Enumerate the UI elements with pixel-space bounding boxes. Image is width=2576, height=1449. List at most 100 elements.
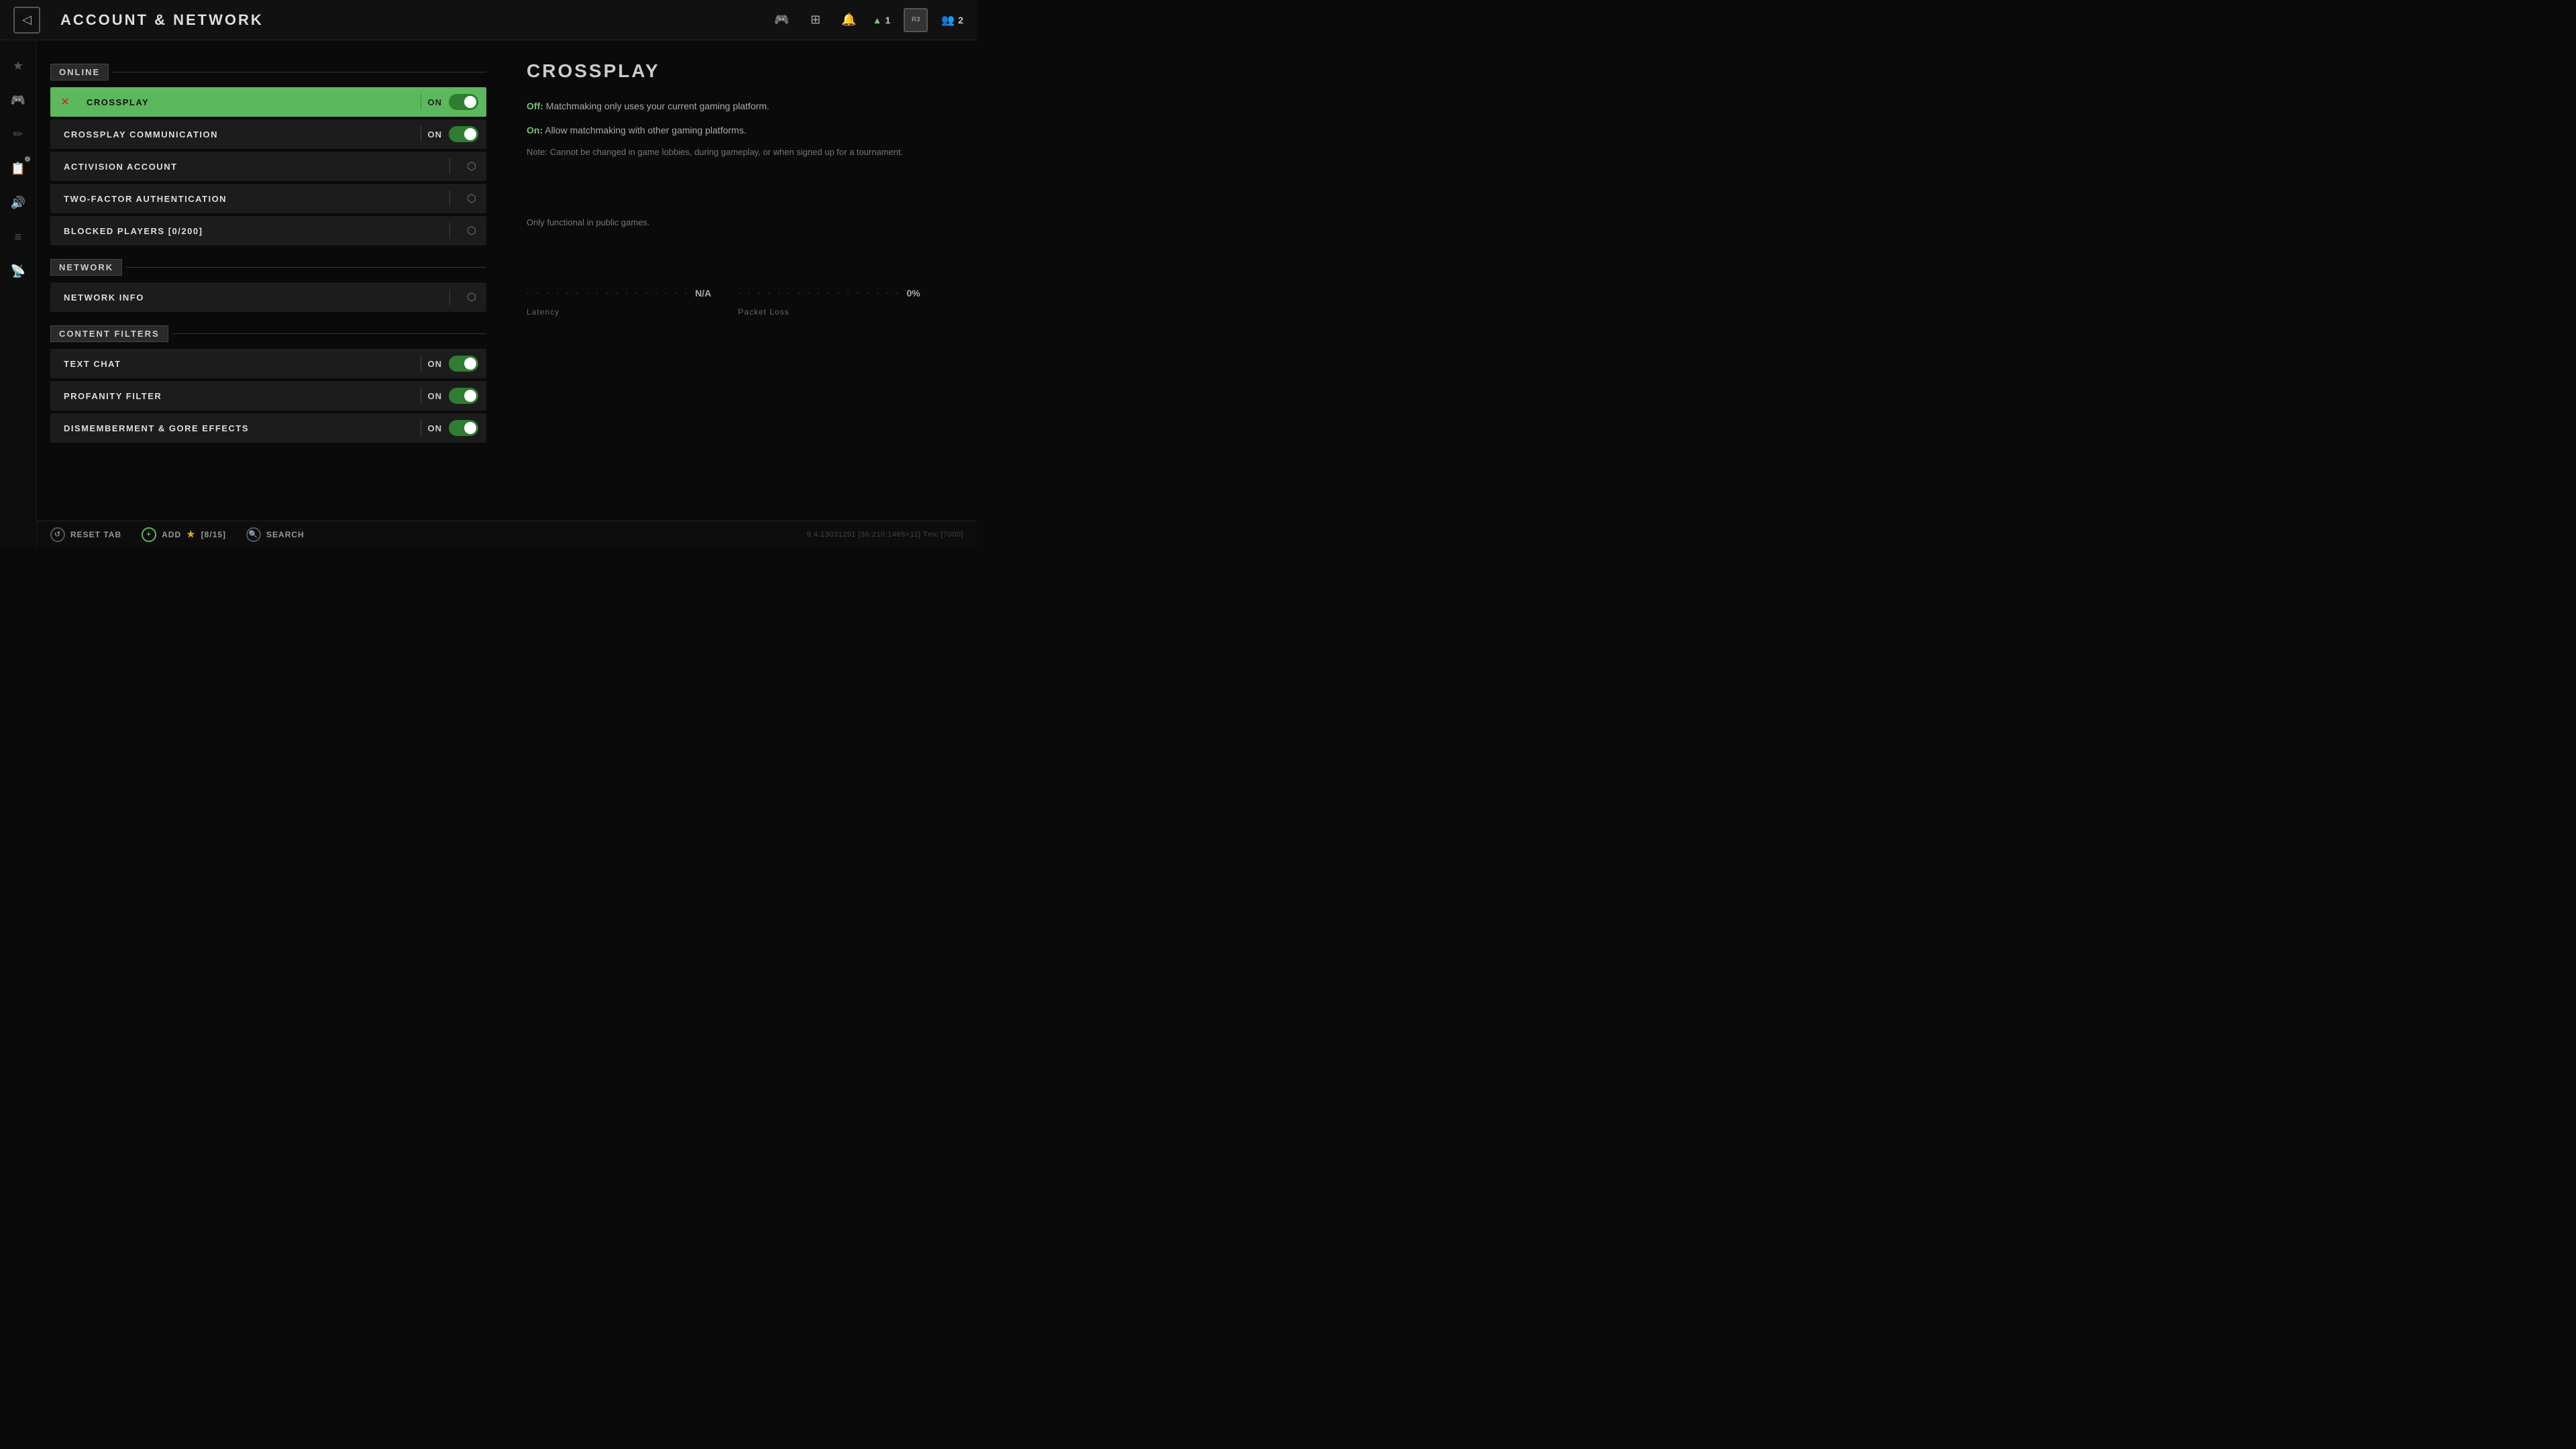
content-filters-section-label: CONTENT FILTERS [50,325,168,342]
detail-off-text: Off: Matchmaking only uses your current … [527,99,950,115]
add-star-icon: ★ [186,529,196,540]
sidebar-item-menu[interactable]: ≡ [6,225,30,249]
crossplay-communication-knob [464,128,476,140]
detail-title: CROSSPLAY [527,60,950,82]
crossplay-label: CROSSPLAY [80,97,414,107]
crossplay-communication-value: ON [428,129,449,140]
dismemberment-label: DISMEMBERMENT & GORE EFFECTS [50,423,414,433]
crossplay-communication-toggle[interactable] [449,126,478,142]
packet-stat-line: - - - - - - - - - - - - - - - - - 0% [738,288,920,299]
packet-loss-stat: - - - - - - - - - - - - - - - - - 0% Pac… [738,288,920,317]
content-filters-section-line [172,333,486,334]
dismemberment-value: ON [428,423,449,433]
detail-on-description: Allow matchmaking with other gaming plat… [545,125,746,136]
online-section-header: ONLINE [50,64,486,80]
network-info-row[interactable]: NETWORK INFO ⬡ [50,282,486,312]
blocked-players-label: BLOCKED PLAYERS [0/200] [50,226,443,236]
profanity-filter-toggle[interactable] [449,388,478,404]
search-icon: 🔍 [246,527,261,542]
blocked-players-external-icon: ⬡ [457,224,486,237]
crossplay-toggle[interactable] [449,94,478,110]
two-factor-row[interactable]: TWO-FACTOR AUTHENTICATION ⬡ [50,184,486,213]
network-info-divider [449,289,450,305]
add-button[interactable]: + ADD ★ [8/15] [142,527,226,542]
header: ◁ ACCOUNT & NETWORK 🎮 ⊞ 🔔 ▲ 1 R3 👥 2 [0,0,977,40]
network-section-line [125,267,486,268]
crossplay-row[interactable]: ✕ CROSSPLAY ON [50,87,486,117]
main-content: ONLINE ✕ CROSSPLAY ON CROSSPLAY COMMUNIC… [37,40,977,521]
text-chat-toggle[interactable] [449,356,478,372]
network-info-label: NETWORK INFO [50,292,443,303]
reset-tab-button[interactable]: ↺ RESET TAB [50,527,121,542]
network-section-label: NETWORK [50,259,122,276]
bottom-bar: ↺ RESET TAB + ADD ★ [8/15] 🔍 SEARCH 9.4.… [37,521,977,547]
page-title: ACCOUNT & NETWORK [60,11,264,29]
right-panel: CROSSPLAY Off: Matchmaking only uses you… [500,40,977,521]
crossplay-communication-label: CROSSPLAY COMMUNICATION [50,129,414,140]
players-icon: 👥 [941,13,955,27]
sidebar-item-audio[interactable]: 🔊 [6,191,30,215]
controller-icon[interactable]: 🎮 [772,10,792,30]
profanity-filter-value: ON [428,391,449,401]
network-info-external-icon: ⬡ [457,290,486,304]
detail-on-text: On: Allow matchmaking with other gaming … [527,123,950,139]
add-icon: + [142,527,156,542]
rank-arrow-icon: ▲ [873,15,882,25]
sidebar: ★ 🎮 ✏ 📋 2 🔊 ≡ 📡 [0,40,37,547]
profanity-filter-row[interactable]: PROFANITY FILTER ON [50,381,486,411]
add-label: ADD [162,530,181,539]
crossplay-value: ON [428,97,449,107]
two-factor-divider [449,191,450,207]
activision-account-label: ACTIVISION ACCOUNT [50,162,443,172]
dismemberment-row[interactable]: DISMEMBERMENT & GORE EFFECTS ON [50,413,486,443]
detail-functional: Only functional in public games. [527,217,950,227]
sidebar-item-network[interactable]: 📡 [6,259,30,283]
sidebar-item-favorites[interactable]: ★ [6,54,30,78]
crossplay-communication-row[interactable]: CROSSPLAY COMMUNICATION ON [50,119,486,149]
header-right: 🎮 ⊞ 🔔 ▲ 1 R3 👥 2 [772,8,963,32]
two-factor-label: TWO-FACTOR AUTHENTICATION [50,194,443,204]
latency-value: N/A [695,288,711,299]
rank-count-1: 1 [885,15,890,25]
rank-badge-1[interactable]: ▲ 1 [873,15,891,25]
profanity-filter-toggle-knob [464,390,476,402]
search-label: SEARCH [266,530,305,539]
text-chat-toggle-knob [464,358,476,370]
two-factor-external-icon: ⬡ [457,192,486,205]
grid-icon[interactable]: ⊞ [806,10,826,30]
activision-account-external-icon: ⬡ [457,160,486,173]
text-chat-row[interactable]: TEXT CHAT ON [50,349,486,378]
build-info: 9.4.13031291 [36:210:1465+11] Tmc [7000] [807,531,963,539]
search-button[interactable]: 🔍 SEARCH [246,527,305,542]
detail-note: Note: Cannot be changed in game lobbies,… [527,147,950,157]
network-section-header: NETWORK [50,259,486,276]
detail-off-label: Off: [527,101,543,111]
content-filters-section-header: CONTENT FILTERS [50,325,486,342]
blocked-players-row[interactable]: BLOCKED PLAYERS [0/200] ⬡ [50,216,486,246]
packet-value: 0% [906,288,920,299]
activision-account-row[interactable]: ACTIVISION ACCOUNT ⬡ [50,152,486,181]
latency-stat-line: - - - - - - - - - - - - - - - - - N/A [527,288,711,299]
detail-off-description: Matchmaking only uses your current gamin… [546,101,769,111]
bell-icon[interactable]: 🔔 [839,10,859,30]
text-chat-value: ON [428,359,449,369]
latency-label: Latency [527,307,711,317]
sidebar-item-list[interactable]: 📋 2 [6,156,30,180]
sidebar-item-controller[interactable]: 🎮 [6,88,30,112]
latency-stat: - - - - - - - - - - - - - - - - - N/A La… [527,288,711,317]
back-button[interactable]: ◁ [13,7,40,34]
blocked-players-divider [449,223,450,239]
add-count: [8/15] [201,530,226,539]
crossplay-error-icon: ✕ [50,95,80,109]
packet-dots: - - - - - - - - - - - - - - - - - [738,289,901,297]
online-section-label: ONLINE [50,64,109,80]
latency-dots: - - - - - - - - - - - - - - - - - [527,289,690,297]
player-count-badge[interactable]: 👥 2 [941,13,963,27]
text-chat-label: TEXT CHAT [50,359,414,369]
sidebar-item-edit[interactable]: ✏ [6,122,30,146]
network-stats: - - - - - - - - - - - - - - - - - N/A La… [527,288,950,317]
dismemberment-toggle[interactable] [449,420,478,436]
rank-badge-display: R3 [904,8,928,32]
reset-tab-icon: ↺ [50,527,65,542]
detail-on-label: On: [527,125,543,136]
